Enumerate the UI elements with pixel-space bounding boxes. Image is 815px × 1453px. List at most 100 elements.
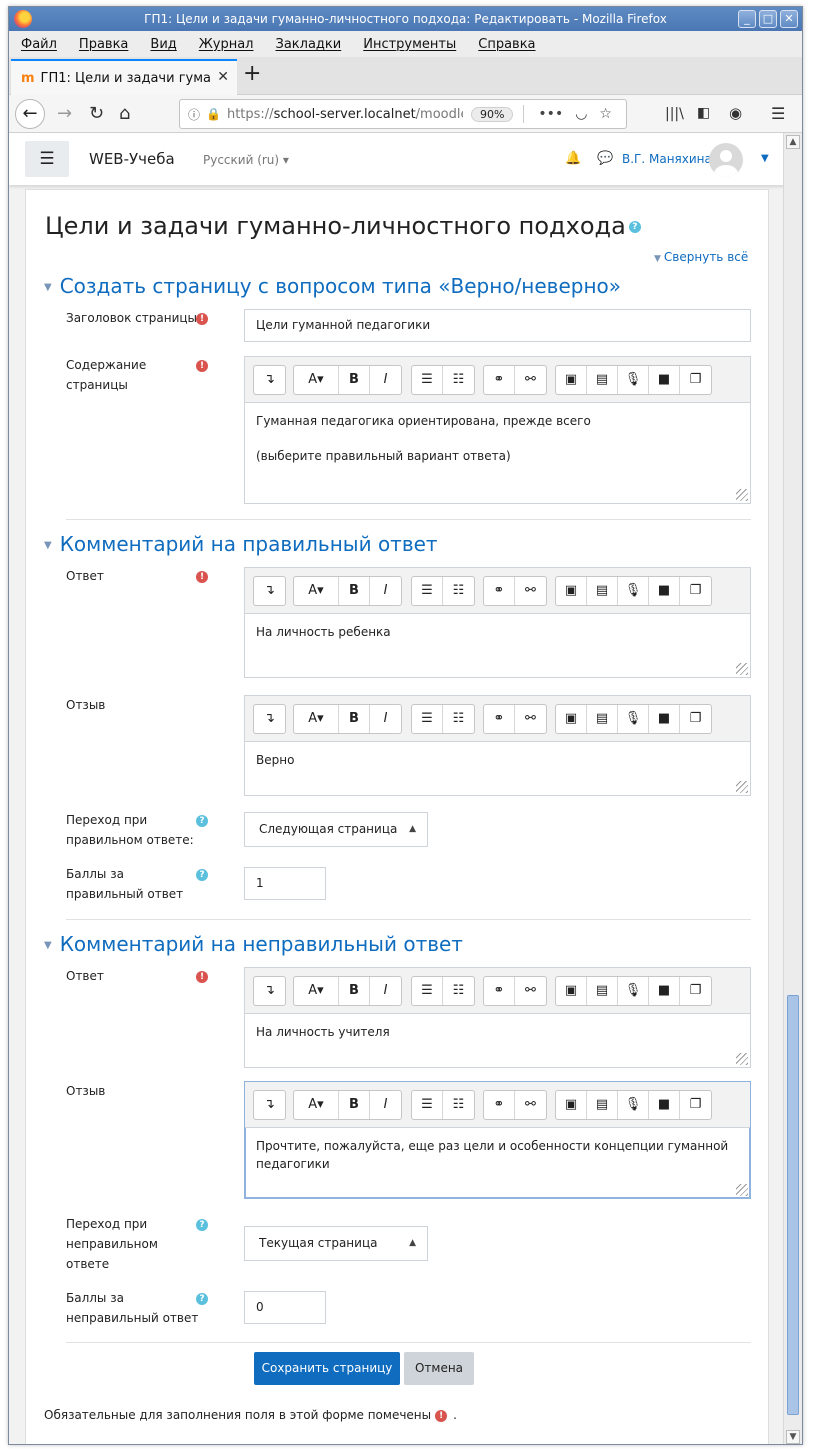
section-wrong-answer-heading[interactable]: ▼ Комментарий на неправильный ответ <box>44 932 463 956</box>
user-name[interactable]: В.Г. Маняхина <box>622 152 712 166</box>
help-icon[interactable]: ? <box>196 815 208 827</box>
link-icon[interactable]: ⚭ <box>484 577 515 605</box>
sidebar-icon[interactable]: ◧ <box>697 105 710 121</box>
vertical-scrollbar[interactable]: ▲ ▼ <box>783 133 802 1444</box>
toolbar-toggle-icon[interactable]: ↴ <box>254 1091 285 1119</box>
image-icon[interactable]: ▣ <box>556 577 587 605</box>
collapse-all-link[interactable]: ▼ Свернуть всё <box>654 250 748 264</box>
manage-files-icon[interactable]: ❐ <box>680 977 711 1005</box>
bold-icon[interactable]: B <box>339 977 370 1005</box>
unordered-list-icon[interactable]: ☰ <box>412 366 443 394</box>
italic-icon[interactable]: I <box>370 577 401 605</box>
user-avatar[interactable] <box>709 143 743 177</box>
ordered-list-icon[interactable]: ☷ <box>443 977 474 1005</box>
unordered-list-icon[interactable]: ☰ <box>412 577 443 605</box>
resize-handle-icon[interactable] <box>736 489 748 501</box>
ordered-list-icon[interactable]: ☷ <box>443 577 474 605</box>
video-icon[interactable]: ■ <box>649 977 680 1005</box>
toolbar-toggle-icon[interactable]: ↴ <box>254 577 285 605</box>
media-icon[interactable]: ▤ <box>587 577 618 605</box>
wrong-score-input[interactable]: 0 <box>244 1291 326 1324</box>
unordered-list-icon[interactable]: ☰ <box>412 977 443 1005</box>
menu-file[interactable]: Файл <box>21 37 57 52</box>
link-icon[interactable]: ⚭ <box>484 366 515 394</box>
manage-files-icon[interactable]: ❐ <box>680 577 711 605</box>
video-icon[interactable]: ■ <box>649 705 680 733</box>
unordered-list-icon[interactable]: ☰ <box>412 1091 443 1119</box>
wrong-answer-editor[interactable]: ↴ A▾ B I ☰ ☷ ⚭ ⚯ ▣ ▤ 🎙 ■ ❐ На личность учителя <box>244 967 751 1068</box>
user-menu-caret-icon[interactable]: ▼ <box>761 153 769 164</box>
italic-icon[interactable]: I <box>370 705 401 733</box>
pocket-icon[interactable]: ◡ <box>575 106 587 122</box>
microphone-icon[interactable]: 🎙 <box>618 1091 649 1119</box>
correct-feedback-editor[interactable]: ↴ A▾ B I ☰ ☷ ⚭ ⚯ ▣ ▤ 🎙 ■ ❐ Верно <box>244 695 751 796</box>
microphone-icon[interactable]: 🎙 <box>618 977 649 1005</box>
paragraph-style-icon[interactable]: A▾ <box>294 1091 339 1119</box>
paragraph-style-icon[interactable]: A▾ <box>294 366 339 394</box>
tab-active[interactable]: m ГП1: Цели и задачи гуманн ✕ <box>11 59 237 95</box>
toolbar-toggle-icon[interactable]: ↴ <box>254 977 285 1005</box>
notifications-bell-icon[interactable]: 🔔 <box>565 151 581 166</box>
site-name[interactable]: WEB-Учеба <box>89 150 175 168</box>
correct-jump-select[interactable]: Следующая страница ▲ <box>244 812 428 847</box>
paragraph-style-icon[interactable]: A▾ <box>294 577 339 605</box>
paragraph-style-icon[interactable]: A▾ <box>294 705 339 733</box>
image-icon[interactable]: ▣ <box>556 366 587 394</box>
bookmark-star-icon[interactable]: ☆ <box>599 106 612 122</box>
wrong-feedback-editor[interactable]: ↴ A▾ B I ☰ ☷ ⚭ ⚯ ▣ ▤ 🎙 ■ ❐ Прочтите, пожалуйста,… <box>244 1081 751 1199</box>
image-icon[interactable]: ▣ <box>556 977 587 1005</box>
unlink-icon[interactable]: ⚯ <box>515 577 546 605</box>
minimize-button[interactable]: _ <box>738 10 756 28</box>
account-icon[interactable]: ◉ <box>729 104 742 122</box>
toolbar-toggle-icon[interactable]: ↴ <box>254 705 285 733</box>
editor-content[interactable]: Верно <box>245 742 750 795</box>
editor-content[interactable]: Гуманная педагогика ориентирована, прежд… <box>245 403 750 503</box>
microphone-icon[interactable]: 🎙 <box>618 366 649 394</box>
ordered-list-icon[interactable]: ☷ <box>443 366 474 394</box>
unlink-icon[interactable]: ⚯ <box>515 977 546 1005</box>
menu-tools[interactable]: Инструменты <box>363 37 456 52</box>
media-icon[interactable]: ▤ <box>587 977 618 1005</box>
home-button[interactable]: ⌂ <box>119 103 130 124</box>
bold-icon[interactable]: B <box>339 577 370 605</box>
help-icon[interactable]: ? <box>196 1293 208 1305</box>
video-icon[interactable]: ■ <box>649 1091 680 1119</box>
section-create-page-heading[interactable]: ▼ Создать страницу с вопросом типа «Верно… <box>44 274 621 298</box>
video-icon[interactable]: ■ <box>649 366 680 394</box>
resize-handle-icon[interactable] <box>736 1053 748 1065</box>
video-icon[interactable]: ■ <box>649 577 680 605</box>
correct-answer-editor[interactable]: ↴ A▾ B I ☰ ☷ ⚭ ⚯ ▣ ▤ 🎙 ■ ❐ На личность ребенка <box>244 567 751 678</box>
menu-history[interactable]: Журнал <box>199 37 254 52</box>
language-menu[interactable]: Русский (ru) ▾ <box>203 153 289 167</box>
image-icon[interactable]: ▣ <box>556 705 587 733</box>
zoom-indicator[interactable]: 90% <box>470 106 514 122</box>
section-correct-answer-heading[interactable]: ▼ Комментарий на правильный ответ <box>44 532 438 556</box>
help-icon[interactable]: ? <box>196 1219 208 1231</box>
help-icon[interactable]: ? <box>628 221 641 233</box>
link-icon[interactable]: ⚭ <box>484 977 515 1005</box>
resize-handle-icon[interactable] <box>736 1184 748 1196</box>
ordered-list-icon[interactable]: ☷ <box>443 1091 474 1119</box>
media-icon[interactable]: ▤ <box>587 366 618 394</box>
microphone-icon[interactable]: 🎙 <box>618 705 649 733</box>
wrong-jump-select[interactable]: Текущая страница ▲ <box>244 1226 428 1261</box>
scroll-down-icon[interactable]: ▼ <box>786 1430 800 1444</box>
link-icon[interactable]: ⚭ <box>484 705 515 733</box>
image-icon[interactable]: ▣ <box>556 1091 587 1119</box>
paragraph-style-icon[interactable]: A▾ <box>294 977 339 1005</box>
italic-icon[interactable]: I <box>370 1091 401 1119</box>
unordered-list-icon[interactable]: ☰ <box>412 705 443 733</box>
toolbar-toggle-icon[interactable]: ↴ <box>254 366 285 394</box>
new-tab-button[interactable]: + <box>243 61 261 86</box>
bold-icon[interactable]: B <box>339 366 370 394</box>
menu-view[interactable]: Вид <box>150 37 176 52</box>
drawer-toggle-button[interactable]: ☰ <box>25 141 69 177</box>
correct-score-input[interactable]: 1 <box>244 867 326 900</box>
save-page-button[interactable]: Сохранить страницу <box>254 1352 400 1385</box>
reload-button[interactable]: ↻ <box>89 103 104 124</box>
editor-content[interactable]: Прочтите, пожалуйста, еще раз цели и осо… <box>245 1128 750 1198</box>
scroll-up-icon[interactable]: ▲ <box>786 135 800 149</box>
page-actions-icon[interactable]: ••• <box>538 106 563 122</box>
unlink-icon[interactable]: ⚯ <box>515 705 546 733</box>
media-icon[interactable]: ▤ <box>587 705 618 733</box>
